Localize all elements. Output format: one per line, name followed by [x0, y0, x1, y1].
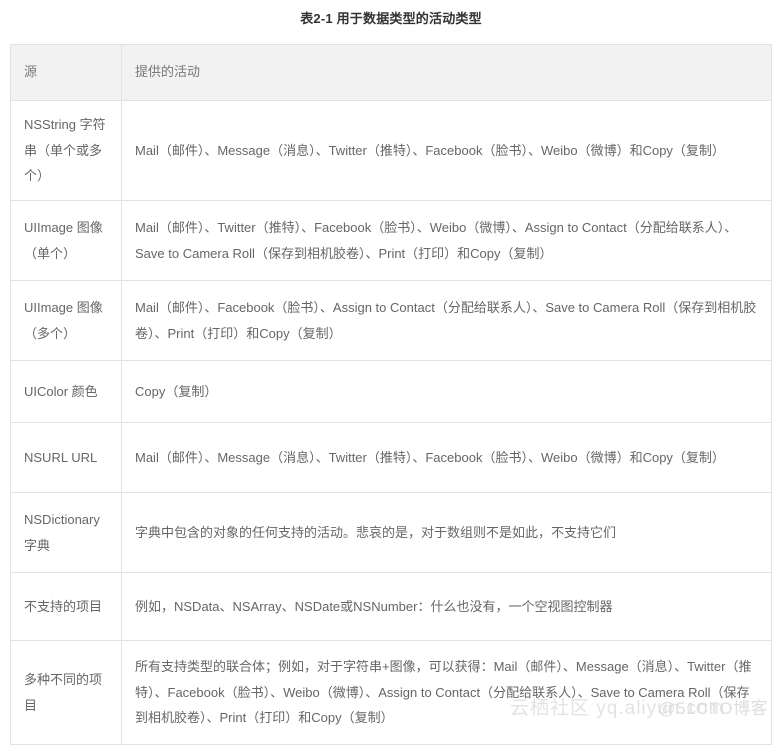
table-row: NSString 字符串（单个或多个） Mail（邮件）、Message（消息）…	[10, 100, 772, 201]
cell-activities: Mail（邮件）、Message（消息）、Twitter（推特）、Faceboo…	[121, 100, 772, 201]
cell-source: 不支持的项目	[10, 572, 122, 641]
document-page: 表2-1 用于数据类型的活动类型 源 提供的活动 NSString 字符串（单个…	[0, 0, 782, 745]
table-body: NSString 字符串（单个或多个） Mail（邮件）、Message（消息）…	[10, 100, 772, 745]
cell-activities: Mail（邮件）、Twitter（推特）、Facebook（脸书）、Weibo（…	[121, 200, 772, 281]
cell-source: UIImage 图像（多个）	[10, 280, 122, 361]
table-caption: 表2-1 用于数据类型的活动类型	[300, 11, 482, 26]
cell-activities: 例如，NSData、NSArray、NSDate或NSNumber：什么也没有，…	[121, 572, 772, 641]
cell-source: NSURL URL	[10, 422, 122, 493]
table-row: 不支持的项目 例如，NSData、NSArray、NSDate或NSNumber…	[10, 572, 772, 641]
table-row: UIColor 颜色 Copy（复制）	[10, 360, 772, 423]
cell-source: NSDictionary 字典	[10, 492, 122, 573]
table-header-row: 源 提供的活动	[10, 44, 772, 101]
cell-activities: Copy（复制）	[121, 360, 772, 423]
column-header-activities: 提供的活动	[121, 44, 772, 101]
table-row: NSURL URL Mail（邮件）、Message（消息）、Twitter（推…	[10, 422, 772, 493]
cell-source: UIColor 颜色	[10, 360, 122, 423]
table-row: UIImage 图像（单个） Mail（邮件）、Twitter（推特）、Face…	[10, 200, 772, 281]
table-row: NSDictionary 字典 字典中包含的对象的任何支持的活动。悲哀的是，对于…	[10, 492, 772, 573]
cell-source: UIImage 图像（单个）	[10, 200, 122, 281]
column-header-source: 源	[10, 44, 122, 101]
cell-activities: Mail（邮件）、Message（消息）、Twitter（推特）、Faceboo…	[121, 422, 772, 493]
activity-types-table: 源 提供的活动 NSString 字符串（单个或多个） Mail（邮件）、Mes…	[10, 44, 772, 745]
table-row: UIImage 图像（多个） Mail（邮件）、Facebook（脸书）、Ass…	[10, 280, 772, 361]
cell-activities: 字典中包含的对象的任何支持的活动。悲哀的是，对于数组则不是如此，不支持它们	[121, 492, 772, 573]
table-container: 源 提供的活动 NSString 字符串（单个或多个） Mail（邮件）、Mes…	[10, 44, 772, 745]
cell-source: NSString 字符串（单个或多个）	[10, 100, 122, 201]
table-header: 源 提供的活动	[10, 44, 772, 101]
cell-activities: Mail（邮件）、Facebook（脸书）、Assign to Contact（…	[121, 280, 772, 361]
